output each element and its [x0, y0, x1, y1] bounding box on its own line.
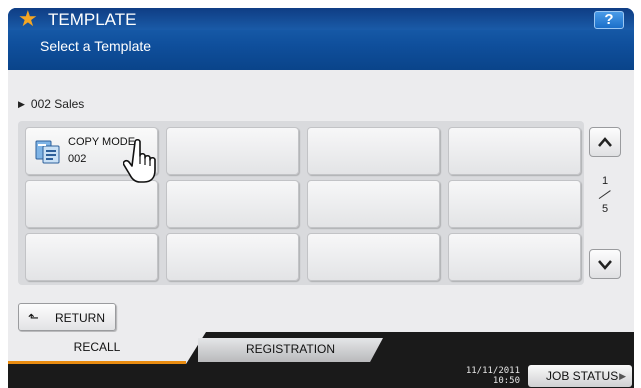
job-status-label: JOB STATUS	[546, 369, 619, 383]
header-bar: ★ TEMPLATE ? Select a Template	[8, 8, 634, 70]
page-current: 1	[601, 175, 609, 187]
template-button-6[interactable]	[166, 180, 299, 228]
help-button[interactable]: ?	[594, 11, 624, 29]
template-screen: ★ TEMPLATE ? Select a Template ▶ 002 Sal…	[8, 8, 634, 388]
title-row: ★ TEMPLATE ?	[8, 8, 634, 30]
template-button-9[interactable]	[25, 233, 158, 281]
template-button-4[interactable]	[448, 127, 581, 175]
template-button-10[interactable]	[166, 233, 299, 281]
pointer-hand-icon	[123, 138, 156, 183]
breadcrumb: ▶ 002 Sales	[18, 97, 84, 111]
return-button[interactable]: ⬑ RETURN	[18, 303, 116, 331]
chevron-right-icon: ▶	[619, 371, 626, 381]
page-indicator: 1 5	[589, 175, 621, 215]
datetime-display: 11/11/2011 10:50	[464, 366, 520, 386]
page-subtitle: Select a Template	[40, 38, 152, 54]
page-controls: 1 5	[586, 121, 626, 285]
page-down-button[interactable]	[589, 249, 621, 279]
chevron-down-icon	[598, 260, 612, 270]
template-grid: COPY MODE 002	[18, 121, 584, 285]
page-up-button[interactable]	[589, 127, 621, 157]
tab-recall[interactable]: RECALL	[8, 332, 206, 364]
tab-registration[interactable]: REGISTRATION	[198, 338, 383, 362]
return-label: RETURN	[55, 311, 105, 325]
star-icon: ★	[18, 8, 38, 31]
template-button-3[interactable]	[307, 127, 440, 175]
template-number: 002	[68, 153, 87, 165]
breadcrumb-label: 002 Sales	[30, 97, 85, 111]
job-status-button[interactable]: JOB STATUS ▶	[528, 365, 632, 387]
time-text: 10:50	[492, 376, 520, 386]
template-button-8[interactable]	[448, 180, 581, 228]
copy-mode-icon	[35, 140, 60, 164]
triangle-right-icon: ▶	[18, 98, 25, 109]
return-arrow-icon: ⬑	[28, 310, 39, 325]
template-button-5[interactable]	[25, 180, 158, 228]
template-button-7[interactable]	[307, 180, 440, 228]
main-content: ▶ 002 Sales COPY MODE 002 1 5 ⬑ RETURN	[8, 70, 634, 332]
date-text: 11/11/2011	[465, 366, 520, 376]
footer-bar: RECALL REGISTRATION 11/11/2011 10:50 JOB…	[8, 332, 634, 388]
chevron-up-icon	[598, 137, 612, 147]
template-button-11[interactable]	[307, 233, 440, 281]
page-title: TEMPLATE	[48, 10, 137, 29]
template-button-2[interactable]	[166, 127, 299, 175]
template-button-12[interactable]	[448, 233, 581, 281]
